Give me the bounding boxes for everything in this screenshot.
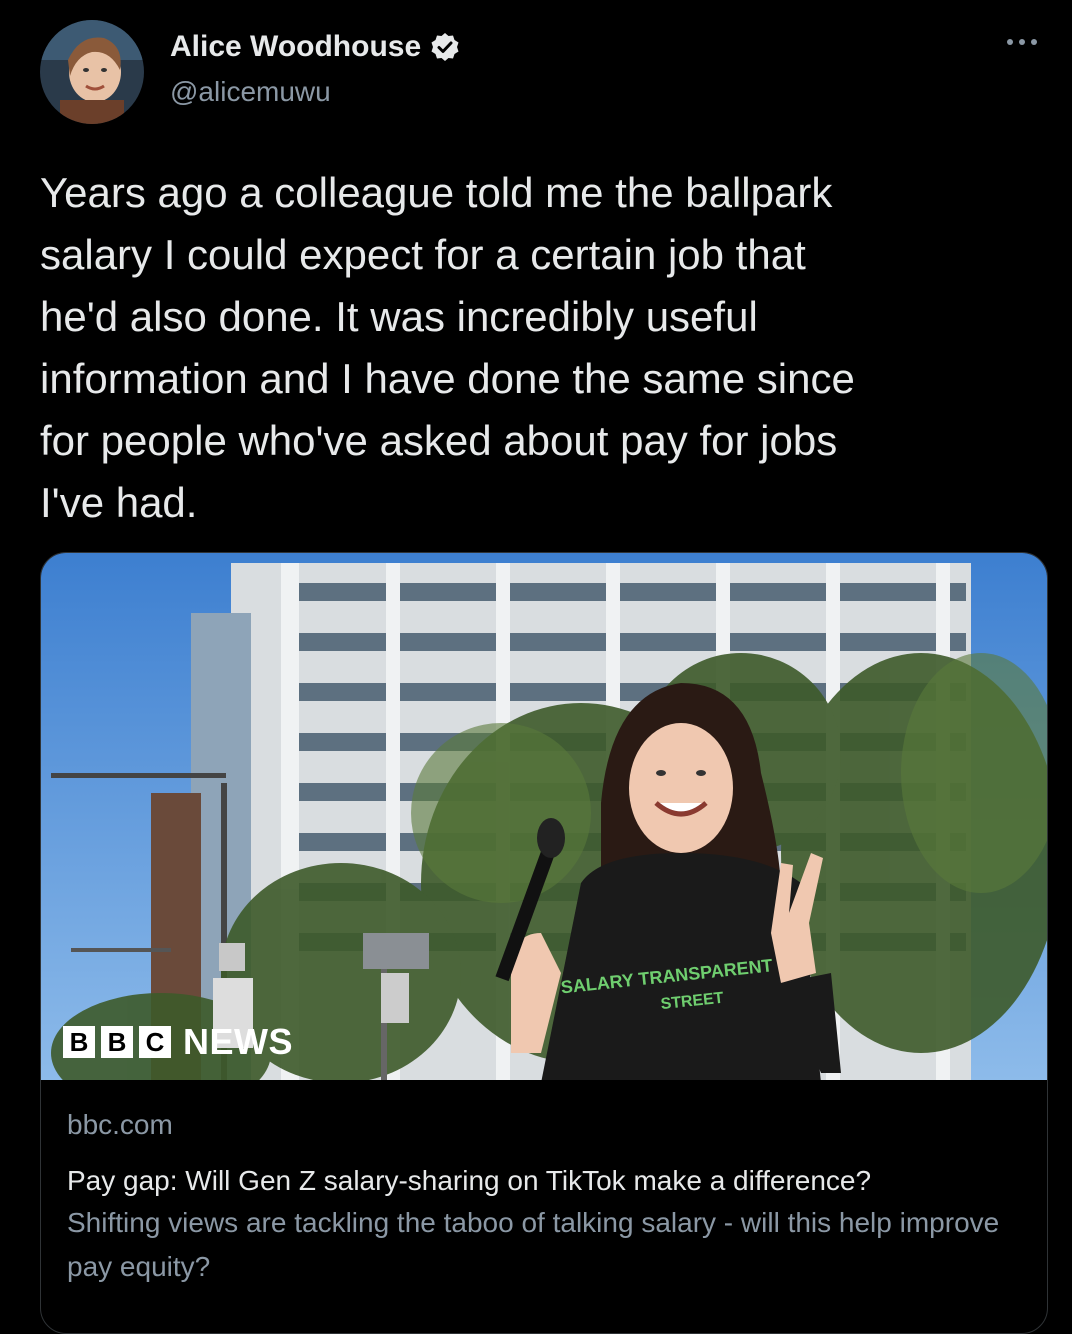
author-avatar[interactable] — [40, 20, 144, 124]
tweet-text: Years ago a colleague told me the ballpa… — [40, 169, 855, 526]
card-description: Shifting views are tackling the taboo of… — [67, 1207, 1000, 1282]
bbc-news-logo: B B C NEWS — [63, 1021, 293, 1063]
bbc-logo-letter-b2: B — [101, 1026, 133, 1058]
author-name[interactable]: Alice Woodhouse — [170, 30, 421, 64]
bbc-logo-letter-b1: B — [63, 1026, 95, 1058]
card-domain: bbc.com — [67, 1109, 173, 1140]
author-name-row: Alice Woodhouse — [170, 30, 461, 64]
card-meta: bbc.com Pay gap: Will Gen Z salary-shari… — [67, 1109, 1027, 1289]
card-image: SALARY TRANSPARENT STREET B B C NEWS — [41, 553, 1047, 1080]
bbc-logo-letter-c: C — [139, 1026, 171, 1058]
verified-badge-icon[interactable] — [429, 31, 461, 63]
more-options-icon[interactable] — [1004, 30, 1040, 54]
link-preview-card[interactable]: SALARY TRANSPARENT STREET B B C NEWS bbc… — [40, 552, 1048, 1334]
author-handle[interactable]: @alicemuwu — [170, 76, 331, 108]
card-title[interactable]: Pay gap: Will Gen Z salary-sharing on Ti… — [67, 1163, 1027, 1199]
bbc-logo-news: NEWS — [183, 1021, 293, 1062]
avatar-photo — [40, 20, 144, 124]
